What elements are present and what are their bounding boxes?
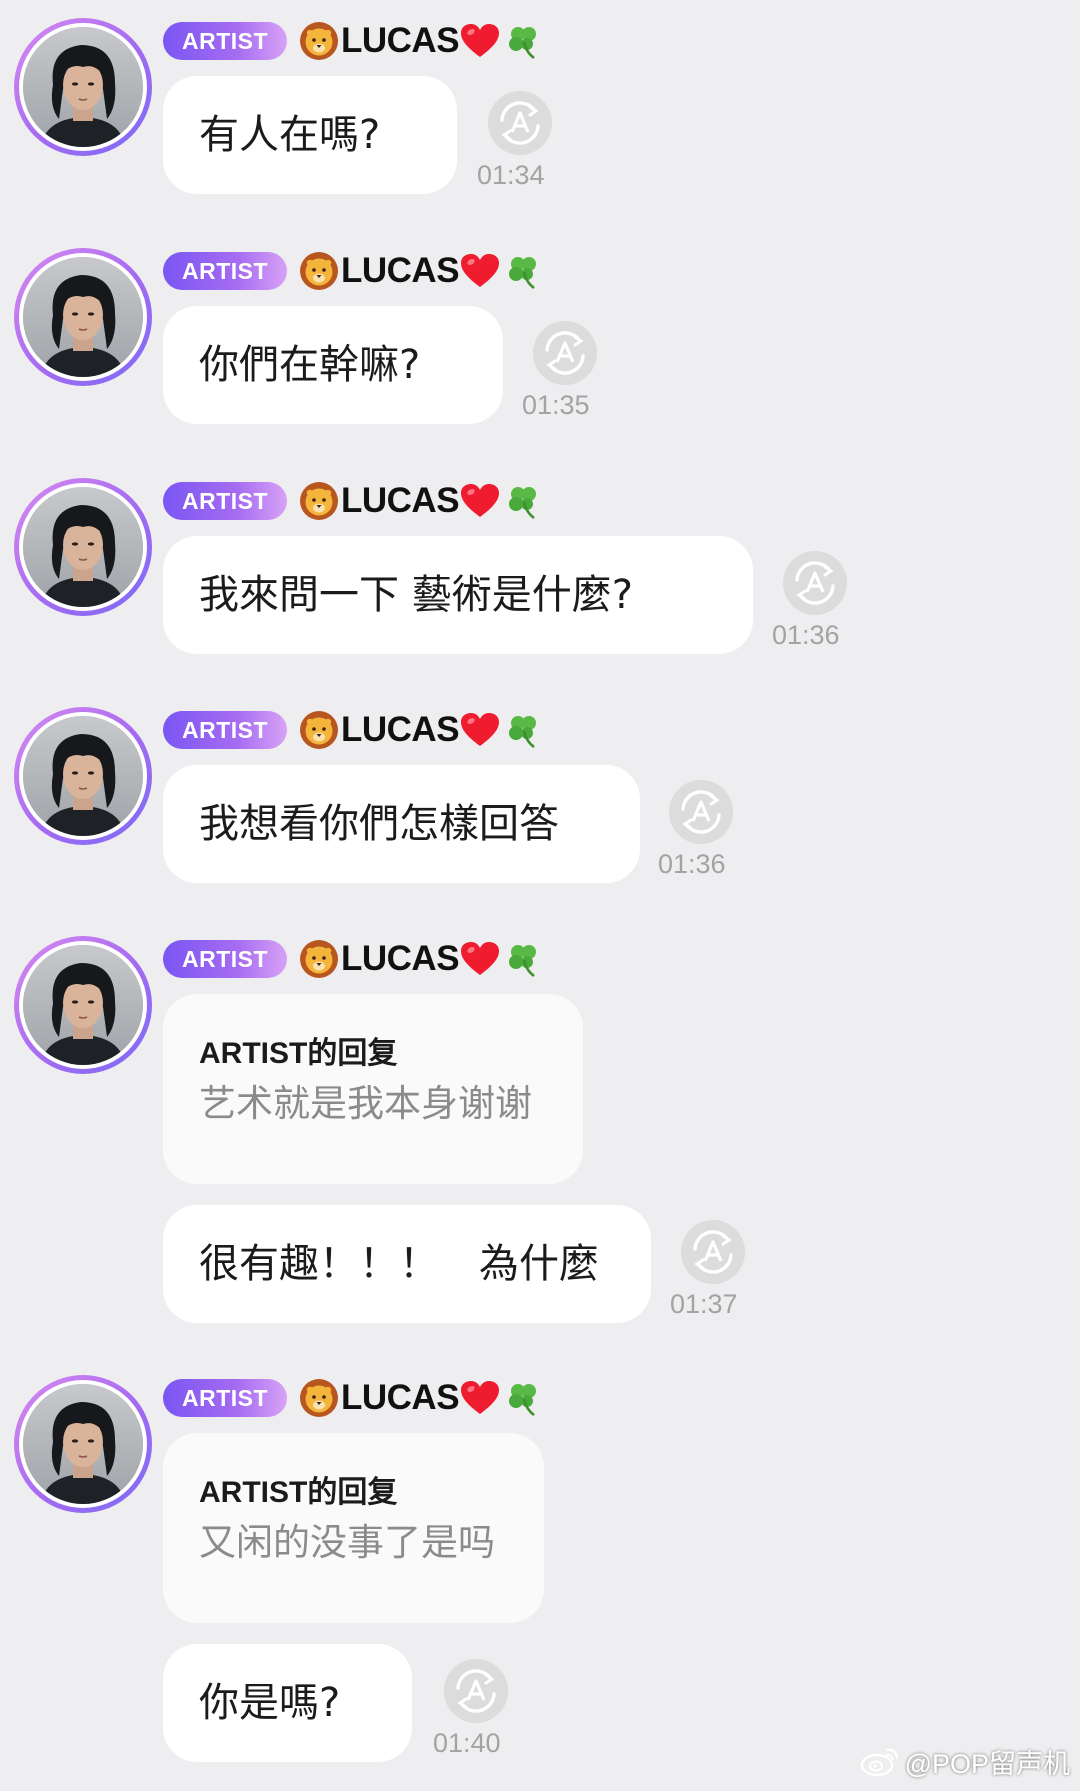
sender-name[interactable]: LUCAS bbox=[299, 480, 542, 522]
red-heart-icon bbox=[461, 713, 500, 746]
reply-text: 艺术就是我本身谢谢 bbox=[199, 1082, 532, 1125]
red-heart-icon bbox=[461, 942, 500, 975]
message-time: 01:35 bbox=[522, 390, 590, 420]
portrait-photo bbox=[23, 945, 143, 1065]
avatar[interactable] bbox=[14, 248, 152, 386]
sender-name[interactable]: LUCAS bbox=[299, 709, 542, 751]
portrait-photo bbox=[23, 487, 143, 607]
message-bubble[interactable]: 有人在嗎? bbox=[163, 76, 457, 194]
auto-translate-icon[interactable] bbox=[443, 1658, 509, 1724]
message-time: 01:40 bbox=[433, 1728, 501, 1758]
shamrock-icon bbox=[509, 716, 537, 749]
artist-badge: ARTIST bbox=[163, 711, 287, 749]
red-heart-icon bbox=[461, 1381, 500, 1414]
message-text: 你是嗎? bbox=[199, 1680, 341, 1726]
watermark: @POP留声机 bbox=[859, 1741, 1070, 1781]
portrait-photo bbox=[23, 27, 143, 147]
lion-face-icon bbox=[300, 22, 338, 60]
weibo-logo-icon bbox=[860, 1748, 898, 1777]
message-bubble[interactable]: 我來問一下 藝術是什麼? bbox=[163, 536, 753, 654]
watermark-text: @POP留声机 bbox=[904, 1748, 1070, 1779]
message-text: 很有趣！！！ 為什麼 bbox=[199, 1241, 599, 1287]
lion-face-icon bbox=[300, 482, 338, 520]
portrait-photo bbox=[23, 1384, 143, 1504]
avatar[interactable] bbox=[14, 478, 152, 616]
lion-face-icon bbox=[300, 711, 338, 749]
shamrock-icon bbox=[509, 945, 537, 978]
sender-name[interactable]: LUCAS bbox=[299, 1377, 542, 1419]
sender-name[interactable]: LUCAS bbox=[299, 20, 542, 62]
sender-name-text: LUCAS bbox=[341, 481, 460, 520]
sender-name-text: LUCAS bbox=[341, 710, 460, 749]
auto-translate-icon[interactable] bbox=[487, 90, 553, 156]
sender-name[interactable]: LUCAS bbox=[299, 250, 542, 292]
avatar[interactable] bbox=[14, 936, 152, 1074]
message-text: 我來問一下 藝術是什麼? bbox=[199, 572, 633, 618]
portrait-photo bbox=[23, 716, 143, 836]
reply-text: 又闲的没事了是吗 bbox=[199, 1521, 495, 1564]
message-text: 你們在幹嘛? bbox=[199, 342, 421, 388]
artist-badge: ARTIST bbox=[163, 482, 287, 520]
sender-name-text: LUCAS bbox=[341, 21, 460, 60]
message-time: 01:34 bbox=[477, 160, 545, 190]
message-bubble[interactable]: 你們在幹嘛? bbox=[163, 306, 503, 424]
chat-thread: ARTIST LUCAS 有人在嗎? 01:34 ARTIST LUCAS 你們… bbox=[0, 0, 1080, 1791]
message-bubble[interactable]: 很有趣！！！ 為什麼 bbox=[163, 1205, 651, 1323]
sender-name-text: LUCAS bbox=[341, 1378, 460, 1417]
message-time: 01:36 bbox=[772, 620, 840, 650]
lion-face-icon bbox=[300, 940, 338, 978]
artist-badge: ARTIST bbox=[163, 1379, 287, 1417]
message-text: 我想看你們怎樣回答 bbox=[199, 801, 559, 847]
message-bubble[interactable]: 你是嗎? bbox=[163, 1644, 412, 1762]
lion-face-icon bbox=[300, 252, 338, 290]
shamrock-icon bbox=[509, 257, 537, 290]
red-heart-icon bbox=[461, 484, 500, 517]
artist-badge: ARTIST bbox=[163, 22, 287, 60]
red-heart-icon bbox=[461, 254, 500, 287]
portrait-photo bbox=[23, 257, 143, 377]
lion-face-icon bbox=[300, 1379, 338, 1417]
reply-title: ARTIST的回复 bbox=[199, 1476, 398, 1509]
avatar[interactable] bbox=[14, 707, 152, 845]
message-time: 01:36 bbox=[658, 849, 726, 879]
shamrock-icon bbox=[509, 1384, 537, 1417]
sender-name-text: LUCAS bbox=[341, 251, 460, 290]
shamrock-icon bbox=[509, 27, 537, 60]
auto-translate-icon[interactable] bbox=[532, 320, 598, 386]
artist-badge: ARTIST bbox=[163, 940, 287, 978]
avatar[interactable] bbox=[14, 1375, 152, 1513]
artist-badge: ARTIST bbox=[163, 252, 287, 290]
sender-name-text: LUCAS bbox=[341, 939, 460, 978]
auto-translate-icon[interactable] bbox=[782, 550, 848, 616]
red-heart-icon bbox=[461, 24, 500, 57]
message-time: 01:37 bbox=[670, 1289, 738, 1319]
sender-name[interactable]: LUCAS bbox=[299, 938, 542, 980]
auto-translate-icon[interactable] bbox=[680, 1219, 746, 1285]
shamrock-icon bbox=[509, 487, 537, 520]
auto-translate-icon[interactable] bbox=[668, 779, 734, 845]
message-text: 有人在嗎? bbox=[199, 112, 381, 158]
quoted-reply[interactable]: ARTIST的回复 艺术就是我本身谢谢 bbox=[163, 994, 583, 1184]
message-bubble[interactable]: 我想看你們怎樣回答 bbox=[163, 765, 640, 883]
avatar[interactable] bbox=[14, 18, 152, 156]
quoted-reply[interactable]: ARTIST的回复 又闲的没事了是吗 bbox=[163, 1433, 544, 1623]
reply-title: ARTIST的回复 bbox=[199, 1037, 398, 1070]
